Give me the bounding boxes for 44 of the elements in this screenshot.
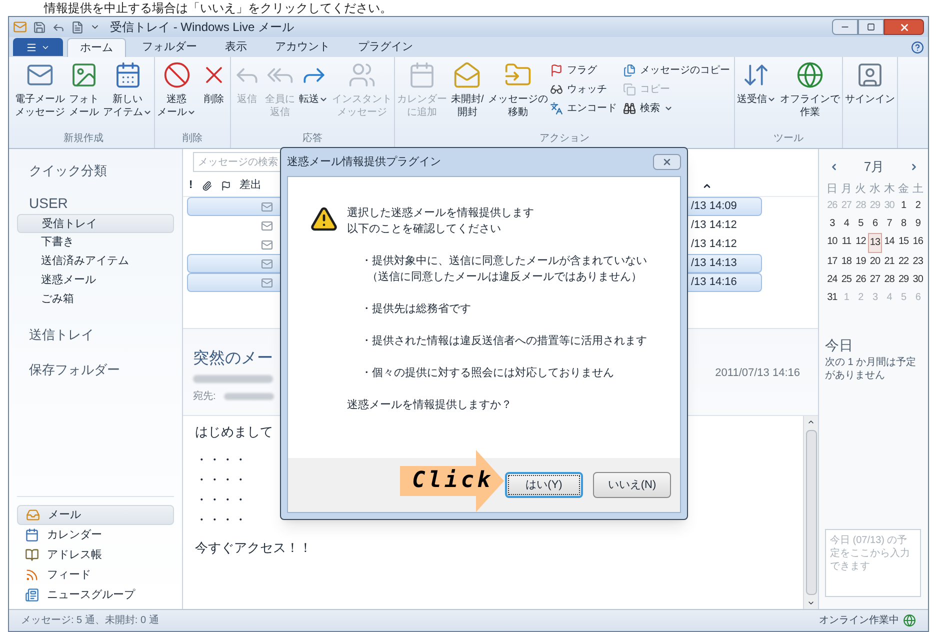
group-label: ツール <box>772 132 804 146</box>
dialog-bullet: ・提供先は総務省です <box>361 302 472 317</box>
dialog-bullet: ・個々の提供に対する照会には対応しておりません <box>361 366 615 381</box>
today-events-text: 次の 1 か月間は予定がありません <box>825 356 918 382</box>
message-body-line: 今すぐアクセス！！ <box>195 540 312 556</box>
callout-label: Click <box>412 467 494 495</box>
window-title: 受信トレイ - Windows Live メール <box>110 19 294 36</box>
account-heading: USER <box>28 194 69 212</box>
message-body-line: ・・・・ <box>195 512 247 528</box>
dialog-title: 迷惑メール情報提供プラグイン <box>287 154 441 170</box>
message-body-line: ・・・・ <box>195 492 247 508</box>
weekday-label: 水 <box>868 182 882 196</box>
group-label: 新規作成 <box>62 132 104 146</box>
message-body-line: はじめまして <box>195 424 273 440</box>
weekday-label: 日 <box>826 182 839 196</box>
message-date: /13 14:12 <box>691 237 738 252</box>
dialog-question: 迷惑メールを情報提供しますか？ <box>347 398 513 413</box>
dialog-bullet: ・提供対象中に、送信に同意したメールが含まれていない <box>361 254 647 269</box>
message-date: /13 14:16 <box>691 275 738 290</box>
weekday-label: 金 <box>897 182 910 196</box>
message-body-line: ・・・・ <box>195 452 247 468</box>
message-body-line: ・・・・ <box>195 472 247 488</box>
weekday-label: 月 <box>840 182 853 196</box>
today-heading: 今日 <box>825 336 854 355</box>
status-text: オンライン作業中 <box>819 614 899 628</box>
message-subject: 突然のメー <box>193 348 273 369</box>
message-date: 2011/07/13 14:16 <box>715 366 800 381</box>
dialog-message: 選択した迷惑メールを情報提供します <box>347 206 535 221</box>
message-date: /13 14:09 <box>691 199 738 214</box>
weekday-label: 火 <box>854 182 868 196</box>
weekday-label: 木 <box>882 182 896 196</box>
dialog-message: 以下のことを確認してください <box>347 222 502 237</box>
to-label: 宛先: <box>193 390 216 404</box>
section-heading: クイック分類 <box>28 162 108 180</box>
dialog-bullet: ・提供された情報は違反送信者への措置等に活用されます <box>361 334 647 349</box>
group-label: アクション <box>538 132 590 146</box>
weekday-label: 土 <box>911 182 924 196</box>
group-label: 応答 <box>302 132 324 146</box>
message-date: /13 14:12 <box>691 218 738 234</box>
dialog-bullet-note: （送信に同意したメールは違反メールではありません） <box>366 270 643 285</box>
status-text: メッセージ: 5 通、未開封: 0 通 <box>21 614 159 628</box>
group-label: 削除 <box>182 132 204 146</box>
message-date: /13 14:13 <box>691 256 738 272</box>
calendar-month: 7月 <box>864 158 884 176</box>
